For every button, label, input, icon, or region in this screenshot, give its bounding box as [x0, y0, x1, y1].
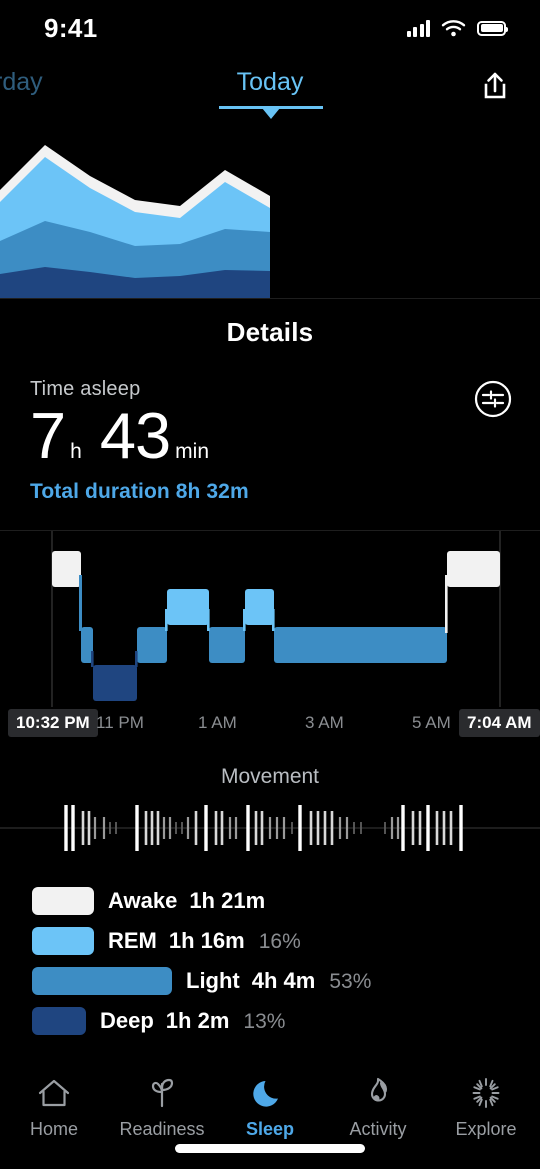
share-button[interactable] [472, 64, 518, 110]
tab-label-activity: Activity [349, 1119, 407, 1139]
details-section: Time asleep 7 h 43 min Total duration 8h… [0, 354, 540, 504]
legend-duration-awake: 1h 21m [189, 888, 266, 913]
legend-label-rem: REM [108, 928, 157, 953]
legend-row-light[interactable]: Light 4h 4m 53% [32, 961, 540, 1001]
tab-sleep[interactable]: Sleep [216, 1075, 324, 1140]
area-chart-svg [0, 145, 270, 298]
tab-readiness[interactable]: Readiness [108, 1075, 216, 1140]
legend-duration-light: 4h 4m [251, 968, 316, 993]
legend-label-awake: Awake [108, 888, 178, 913]
moon-icon [252, 1075, 288, 1111]
legend-label-deep: Deep [100, 1008, 154, 1033]
tab-label-readiness: Readiness [119, 1119, 205, 1139]
tab-label-home: Home [29, 1119, 78, 1139]
movement-waveform-svg [0, 805, 540, 851]
sunburst-icon [468, 1075, 504, 1111]
legend-color-swatch-awake [32, 887, 94, 915]
day-tab-bar: rday Today [0, 56, 540, 128]
signal-bars-icon [406, 19, 430, 37]
legend-percent-rem: 16% [258, 930, 301, 953]
home-icon [36, 1075, 72, 1111]
adjust-settings-button[interactable] [472, 378, 514, 420]
tab-today[interactable]: Today [0, 68, 540, 97]
legend-color-swatch-light [32, 967, 172, 995]
time-asleep-value: 7 h 43 min [30, 403, 510, 468]
time-asleep-minutes: 43 [99, 399, 171, 472]
tab-label-sleep: Sleep [245, 1119, 295, 1139]
plant-icon [144, 1075, 180, 1111]
page-title: Details [226, 317, 314, 347]
tab-active-caret [262, 108, 280, 119]
movement-title: Movement [220, 765, 320, 788]
legend-color-swatch-rem [32, 927, 94, 955]
axis-tick-11pm: 11 PM [96, 713, 144, 732]
legend-row-rem[interactable]: REM 1h 16m 16% [32, 921, 540, 961]
legend-color-swatch-deep [32, 1007, 86, 1035]
tab-explore[interactable]: Explore [432, 1075, 540, 1140]
legend-percent-deep: 13% [243, 1010, 286, 1033]
legend-row-awake[interactable]: Awake 1h 21m [32, 881, 540, 921]
status-bar: 9:41 [0, 0, 540, 56]
tab-activity[interactable]: Activity [324, 1075, 432, 1140]
hypnogram-chart[interactable] [0, 531, 540, 707]
sliders-adjust-icon [474, 380, 512, 418]
hypnogram-time-axis: 10:32 PM 11 PM 1 AM 3 AM 5 AM 7:04 AM [0, 709, 540, 743]
legend-label-light: Light [186, 968, 240, 993]
weekly-sleep-area-chart[interactable] [0, 128, 540, 298]
total-duration-label: Total duration 8h 32m [30, 480, 249, 503]
hypnogram-svg [51, 531, 501, 707]
time-asleep-minutes-unit: min [175, 440, 209, 463]
axis-end-time: 7:04 AM [459, 709, 540, 737]
battery-full-icon [477, 20, 508, 36]
axis-start-time: 10:32 PM [8, 709, 98, 737]
wifi-icon [441, 20, 466, 37]
legend-duration-rem: 1h 16m [168, 928, 245, 953]
movement-waveform [0, 797, 540, 859]
sleep-stage-legend: Awake 1h 21m REM 1h 16m 16% Light 4h 4m … [0, 859, 540, 1041]
status-bar-icons [406, 19, 508, 37]
time-asleep-hours-unit: h [70, 440, 82, 463]
share-icon [484, 72, 506, 99]
time-asleep-label: Time asleep [30, 378, 141, 400]
tab-home[interactable]: Home [0, 1075, 108, 1140]
axis-tick-3am: 3 AM [305, 713, 344, 732]
time-asleep-hours: 7 [30, 399, 66, 472]
hypnogram-section: 10:32 PM 11 PM 1 AM 3 AM 5 AM 7:04 AM [0, 530, 540, 743]
legend-percent-light: 53% [329, 970, 372, 993]
tab-label-explore: Explore [455, 1119, 517, 1139]
axis-tick-5am: 5 AM [412, 713, 451, 732]
flame-icon [360, 1075, 396, 1111]
legend-duration-deep: 1h 2m [165, 1008, 230, 1033]
status-bar-time: 9:41 [44, 12, 98, 43]
legend-row-deep[interactable]: Deep 1h 2m 13% [32, 1001, 540, 1041]
home-indicator [175, 1144, 365, 1153]
axis-tick-1am: 1 AM [198, 713, 237, 732]
